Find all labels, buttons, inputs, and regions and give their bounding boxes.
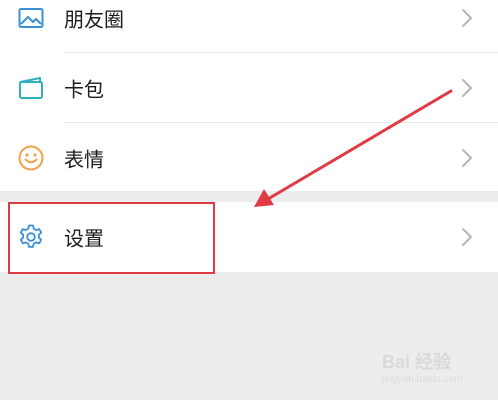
menu-item-label: 表情 [64,147,104,172]
watermark-url: jingyan.baidu.com [382,374,463,385]
chevron-right-icon [462,79,472,97]
menu-group-discover: 朋友圈 卡包 表情 [0,0,498,191]
chevron-right-icon [462,9,472,27]
menu-item-stickers[interactable]: 表情 [0,123,498,193]
menu-item-label: 卡包 [64,77,104,102]
emoji-smile-icon [18,145,44,171]
menu-item-card-wallet[interactable]: 卡包 [0,53,498,123]
chevron-right-icon [462,228,472,246]
highlight-box [8,202,215,274]
watermark: Bai 经验 jingyan.baidu.com [382,344,490,394]
card-wallet-icon [19,77,43,99]
chevron-right-icon [462,149,472,167]
photo-album-icon [18,8,44,28]
menu-item-label: 朋友圈 [64,7,124,32]
menu-item-moments[interactable]: 朋友圈 [0,0,498,53]
watermark-logo: Bai 经验 [382,352,452,372]
